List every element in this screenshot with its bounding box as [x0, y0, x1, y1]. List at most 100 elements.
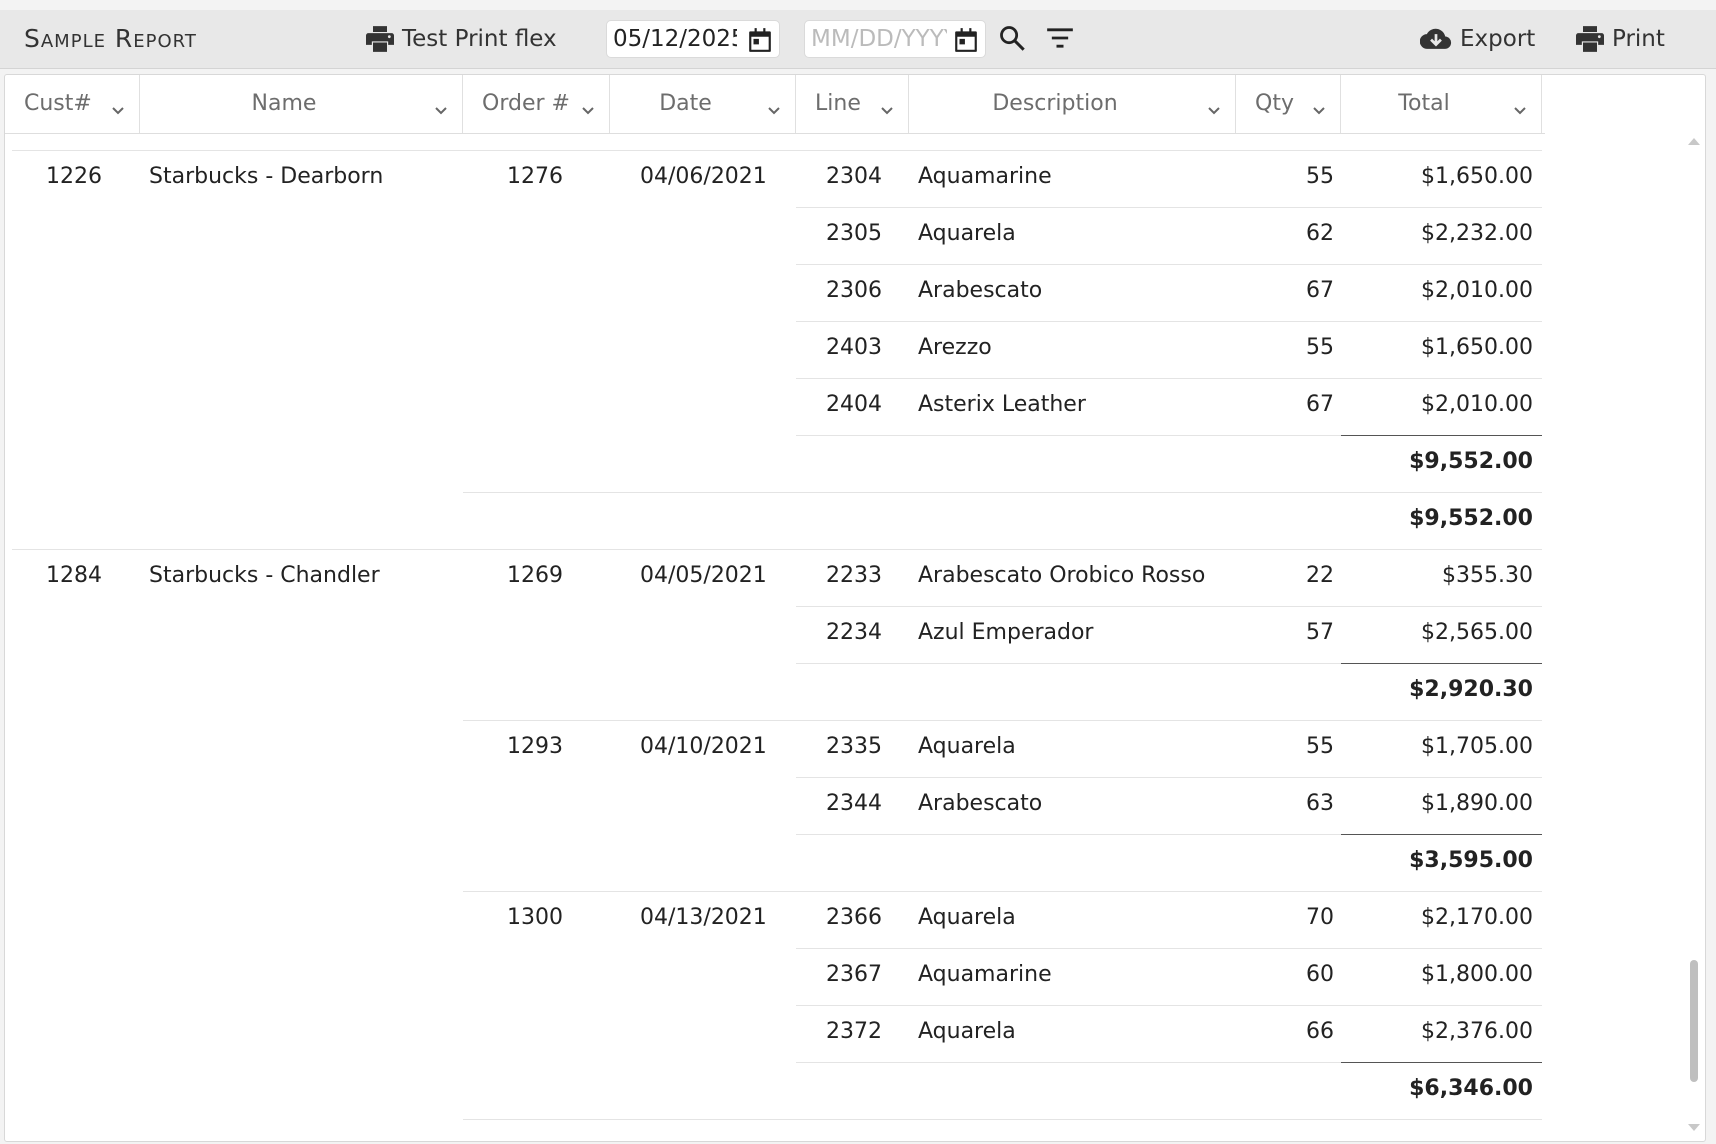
- line-number: 2372: [826, 1019, 882, 1044]
- export-label: Export: [1460, 26, 1536, 52]
- column-header-label: Description: [992, 91, 1118, 116]
- line-total: $1,800.00: [1421, 962, 1533, 987]
- line-number: 2404: [826, 392, 882, 417]
- row-divider: [12, 150, 1542, 151]
- order-subtotal: $3,595.00: [1409, 848, 1533, 873]
- line-description: Aquarela: [918, 1019, 1016, 1044]
- date-from-input[interactable]: 05/12/2025: [606, 20, 780, 58]
- line-total: $2,376.00: [1421, 1019, 1533, 1044]
- row-divider: [12, 549, 1542, 550]
- line-description: Arabescato Orobico Rosso: [918, 563, 1206, 588]
- line-description: Arabescato: [918, 278, 1043, 303]
- scrollbar-thumb[interactable]: [1690, 960, 1698, 1082]
- chevron-down-icon[interactable]: [880, 97, 894, 122]
- line-description: Azul Emperador: [918, 620, 1094, 645]
- column-header-7[interactable]: Total: [1341, 75, 1542, 133]
- chevron-down-icon[interactable]: [1207, 97, 1221, 122]
- scroll-up-arrow[interactable]: [1688, 138, 1700, 145]
- filter-icon[interactable]: [1046, 26, 1074, 54]
- row-divider: [796, 606, 1542, 607]
- calendar-icon[interactable]: [953, 27, 979, 57]
- order-subtotal: $9,552.00: [1409, 449, 1533, 474]
- line-number: 2306: [826, 278, 882, 303]
- cust-number: 1226: [46, 164, 102, 189]
- line-total: $1,705.00: [1421, 734, 1533, 759]
- row-divider: [796, 321, 1542, 322]
- cust-number: 1284: [46, 563, 102, 588]
- customer-name: Starbucks - Dearborn: [149, 164, 384, 189]
- line-description: Aquamarine: [918, 164, 1052, 189]
- order-number: 1269: [507, 563, 563, 588]
- column-header-label: Cust#: [24, 91, 92, 116]
- subtotal-rule: [1341, 1062, 1542, 1063]
- column-header-3[interactable]: Date: [610, 75, 796, 133]
- chevron-down-icon[interactable]: [1312, 97, 1326, 122]
- line-number: 2304: [826, 164, 882, 189]
- line-description: Asterix Leather: [918, 392, 1086, 417]
- chevron-down-icon[interactable]: [434, 97, 448, 122]
- date-to-placeholder: MM/DD/YYYY: [811, 26, 947, 52]
- line-total: $2,010.00: [1421, 392, 1533, 417]
- line-qty: 60: [1306, 962, 1334, 987]
- customer-name: Starbucks - Chandler: [149, 563, 380, 588]
- line-description: Aquarela: [918, 221, 1016, 246]
- order-subtotal: $6,346.00: [1409, 1076, 1533, 1101]
- line-qty: 22: [1306, 563, 1334, 588]
- subtotal-rule: [1341, 435, 1542, 436]
- search-icon[interactable]: [998, 24, 1026, 56]
- calendar-icon[interactable]: [747, 27, 773, 57]
- column-header-label: Order #: [482, 91, 570, 116]
- line-qty: 55: [1306, 164, 1334, 189]
- line-total: $355.30: [1442, 563, 1533, 588]
- column-header-4[interactable]: Line: [796, 75, 909, 133]
- column-header-label: Date: [659, 91, 712, 116]
- scroll-down-arrow[interactable]: [1688, 1124, 1700, 1131]
- row-divider: [796, 1005, 1542, 1006]
- order-number: 1300: [507, 905, 563, 930]
- column-header-0[interactable]: Cust#: [5, 75, 140, 133]
- row-divider: [463, 1119, 1542, 1120]
- customer-total: $9,552.00: [1409, 506, 1533, 531]
- column-header-2[interactable]: Order #: [463, 75, 610, 133]
- test-print-button[interactable]: Test Print flex: [366, 10, 557, 68]
- line-number: 2335: [826, 734, 882, 759]
- line-qty: 66: [1306, 1019, 1334, 1044]
- row-divider: [796, 207, 1542, 208]
- print-button[interactable]: Print: [1576, 10, 1665, 68]
- column-header-5[interactable]: Description: [909, 75, 1236, 133]
- line-number: 2344: [826, 791, 882, 816]
- line-total: $1,650.00: [1421, 164, 1533, 189]
- column-header-1[interactable]: Name: [140, 75, 463, 133]
- line-total: $1,650.00: [1421, 335, 1533, 360]
- export-button[interactable]: Export: [1420, 10, 1535, 68]
- line-total: $2,170.00: [1421, 905, 1533, 930]
- report-title: Sample Report: [24, 24, 197, 53]
- line-total: $1,890.00: [1421, 791, 1533, 816]
- line-total: $2,232.00: [1421, 221, 1533, 246]
- chevron-down-icon[interactable]: [767, 97, 781, 122]
- print-label: Print: [1612, 26, 1665, 52]
- line-qty: 57: [1306, 620, 1334, 645]
- chevron-down-icon[interactable]: [581, 97, 595, 122]
- line-description: Arabescato: [918, 791, 1043, 816]
- printer-icon: [1576, 26, 1604, 52]
- subtotal-rule: [1341, 834, 1542, 835]
- order-subtotal: $2,920.30: [1409, 677, 1533, 702]
- order-date: 04/06/2021: [640, 164, 767, 189]
- row-divider: [463, 891, 1542, 892]
- date-to-input[interactable]: MM/DD/YYYY: [804, 20, 986, 58]
- chevron-down-icon[interactable]: [1513, 97, 1527, 122]
- chevron-down-icon[interactable]: [111, 97, 125, 122]
- line-qty: 67: [1306, 278, 1334, 303]
- line-qty: 55: [1306, 734, 1334, 759]
- column-header-6[interactable]: Qty: [1236, 75, 1341, 133]
- line-total: $2,010.00: [1421, 278, 1533, 303]
- line-description: Aquarela: [918, 734, 1016, 759]
- order-date: 04/13/2021: [640, 905, 767, 930]
- line-number: 2367: [826, 962, 882, 987]
- test-print-label: Test Print flex: [402, 26, 557, 52]
- row-divider: [796, 777, 1542, 778]
- printer-icon: [366, 26, 394, 52]
- line-number: 2233: [826, 563, 882, 588]
- line-number: 2403: [826, 335, 882, 360]
